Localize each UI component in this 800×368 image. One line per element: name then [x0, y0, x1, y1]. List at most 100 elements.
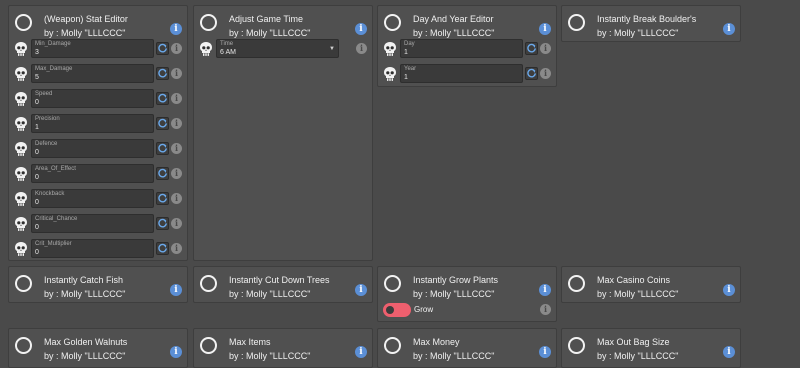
enable-toggle[interactable]: [200, 337, 217, 354]
enable-toggle[interactable]: [15, 337, 32, 354]
skull-icon: [14, 191, 28, 207]
field-value: 0: [35, 199, 39, 206]
reset-button[interactable]: [156, 92, 169, 105]
info-icon[interactable]: i: [723, 284, 735, 296]
info-icon[interactable]: i: [539, 284, 551, 296]
field-area-of-effect[interactable]: Area_Of_Effect 0: [31, 164, 154, 183]
reset-button[interactable]: [156, 142, 169, 155]
enable-toggle[interactable]: [384, 275, 401, 292]
reset-button[interactable]: [156, 117, 169, 130]
toggle-label: Grow: [414, 305, 434, 314]
info-icon[interactable]: i: [723, 346, 735, 358]
mod-card-weapon-stat-editor: (Weapon) Stat Editor by : Molly "LLLCCC"…: [8, 5, 188, 261]
info-icon[interactable]: i: [170, 346, 182, 358]
card-author: by : Molly "LLLCCC": [229, 289, 311, 299]
card-header: Adjust Game Time by : Molly "LLLCCC" i: [194, 6, 372, 40]
enable-toggle[interactable]: [15, 275, 32, 292]
field-label: Max_Damage: [35, 66, 73, 72]
enable-toggle[interactable]: [568, 337, 585, 354]
info-icon[interactable]: i: [170, 284, 182, 296]
field-info-icon[interactable]: i: [171, 168, 182, 179]
reset-button[interactable]: [525, 42, 538, 55]
enable-toggle[interactable]: [384, 14, 401, 31]
field-row-precision: Precision 1 i: [14, 113, 182, 135]
card-author: by : Molly "LLLCCC": [413, 289, 495, 299]
field-knockback[interactable]: Knockback 0: [31, 189, 154, 208]
card-header: Instantly Grow Plants by : Molly "LLLCCC…: [378, 267, 556, 301]
card-title: Max Golden Walnuts: [44, 337, 128, 347]
reset-button[interactable]: [156, 42, 169, 55]
card-title: Instantly Catch Fish: [44, 275, 124, 285]
reset-button[interactable]: [156, 192, 169, 205]
field-row-min-damage: Min_Damage 3 i: [14, 38, 182, 60]
info-icon[interactable]: i: [170, 23, 182, 35]
info-icon[interactable]: i: [723, 23, 735, 35]
card-author: by : Molly "LLLCCC": [44, 351, 126, 361]
info-icon[interactable]: i: [355, 23, 367, 35]
field-info-icon[interactable]: i: [356, 43, 367, 54]
field-year[interactable]: Year 1: [400, 64, 523, 83]
field-row-day: Day 1 i: [383, 38, 551, 60]
card-author: by : Molly "LLLCCC": [229, 28, 311, 38]
card-title: Instantly Cut Down Trees: [229, 275, 330, 285]
enable-toggle[interactable]: [568, 14, 585, 31]
skull-icon: [14, 91, 28, 107]
field-row-speed: Speed 0 i: [14, 88, 182, 110]
field-critical-chance[interactable]: Critical_Chance 0: [31, 214, 154, 233]
field-info-icon[interactable]: i: [540, 43, 551, 54]
grow-toggle-row: Grow i: [378, 299, 551, 321]
info-icon[interactable]: i: [539, 346, 551, 358]
skull-icon: [383, 66, 397, 82]
field-info-icon[interactable]: i: [171, 68, 182, 79]
enable-toggle[interactable]: [200, 275, 217, 292]
field-value: 1: [404, 74, 408, 81]
reset-button[interactable]: [156, 242, 169, 255]
field-row-defence: Defence 0 i: [14, 138, 182, 160]
field-crit-multiplier[interactable]: Crit_Multiplier 0: [31, 239, 154, 258]
reset-button[interactable]: [156, 67, 169, 80]
mod-card-instantly-cut-down-trees: Instantly Cut Down Trees by : Molly "LLL…: [193, 266, 373, 303]
mod-card-day-and-year-editor: Day And Year Editor by : Molly "LLLCCC" …: [377, 5, 557, 87]
field-info-icon[interactable]: i: [171, 118, 182, 129]
enable-toggle[interactable]: [384, 337, 401, 354]
reset-button[interactable]: [156, 167, 169, 180]
info-icon[interactable]: i: [355, 284, 367, 296]
card-header: Max Casino Coins by : Molly "LLLCCC" i: [562, 267, 740, 301]
toggle-knob: [386, 306, 394, 314]
grow-toggle-switch[interactable]: [383, 303, 411, 317]
enable-toggle[interactable]: [200, 14, 217, 31]
field-value: 3: [35, 49, 39, 56]
field-defence[interactable]: Defence 0: [31, 139, 154, 158]
field-info-icon[interactable]: i: [540, 68, 551, 79]
field-info-icon[interactable]: i: [171, 93, 182, 104]
skull-icon: [14, 66, 28, 82]
field-min-damage[interactable]: Min_Damage 3: [31, 39, 154, 58]
skull-icon: [14, 141, 28, 157]
mod-card-instantly-grow-plants: Instantly Grow Plants by : Molly "LLLCCC…: [377, 266, 557, 322]
field-speed[interactable]: Speed 0: [31, 89, 154, 108]
skull-icon: [14, 116, 28, 132]
field-info-icon[interactable]: i: [540, 304, 551, 315]
field-info-icon[interactable]: i: [171, 218, 182, 229]
field-info-icon[interactable]: i: [171, 243, 182, 254]
field-precision[interactable]: Precision 1: [31, 114, 154, 133]
reset-button[interactable]: [525, 67, 538, 80]
card-header: Day And Year Editor by : Molly "LLLCCC" …: [378, 6, 556, 40]
field-value: 0: [35, 174, 39, 181]
enable-toggle[interactable]: [15, 14, 32, 31]
card-author: by : Molly "LLLCCC": [413, 351, 495, 361]
chevron-down-icon: ▼: [329, 46, 335, 52]
field-max-damage[interactable]: Max_Damage 5: [31, 64, 154, 83]
info-icon[interactable]: i: [355, 346, 367, 358]
enable-toggle[interactable]: [568, 275, 585, 292]
field-day[interactable]: Day 1: [400, 39, 523, 58]
field-label: Crit_Multiplier: [35, 241, 72, 247]
field-info-icon[interactable]: i: [171, 143, 182, 154]
time-select[interactable]: Time 6 AM ▼: [216, 39, 339, 58]
field-value: 5: [35, 74, 39, 81]
info-icon[interactable]: i: [539, 23, 551, 35]
card-author: by : Molly "LLLCCC": [44, 289, 126, 299]
field-info-icon[interactable]: i: [171, 193, 182, 204]
reset-button[interactable]: [156, 217, 169, 230]
field-info-icon[interactable]: i: [171, 43, 182, 54]
